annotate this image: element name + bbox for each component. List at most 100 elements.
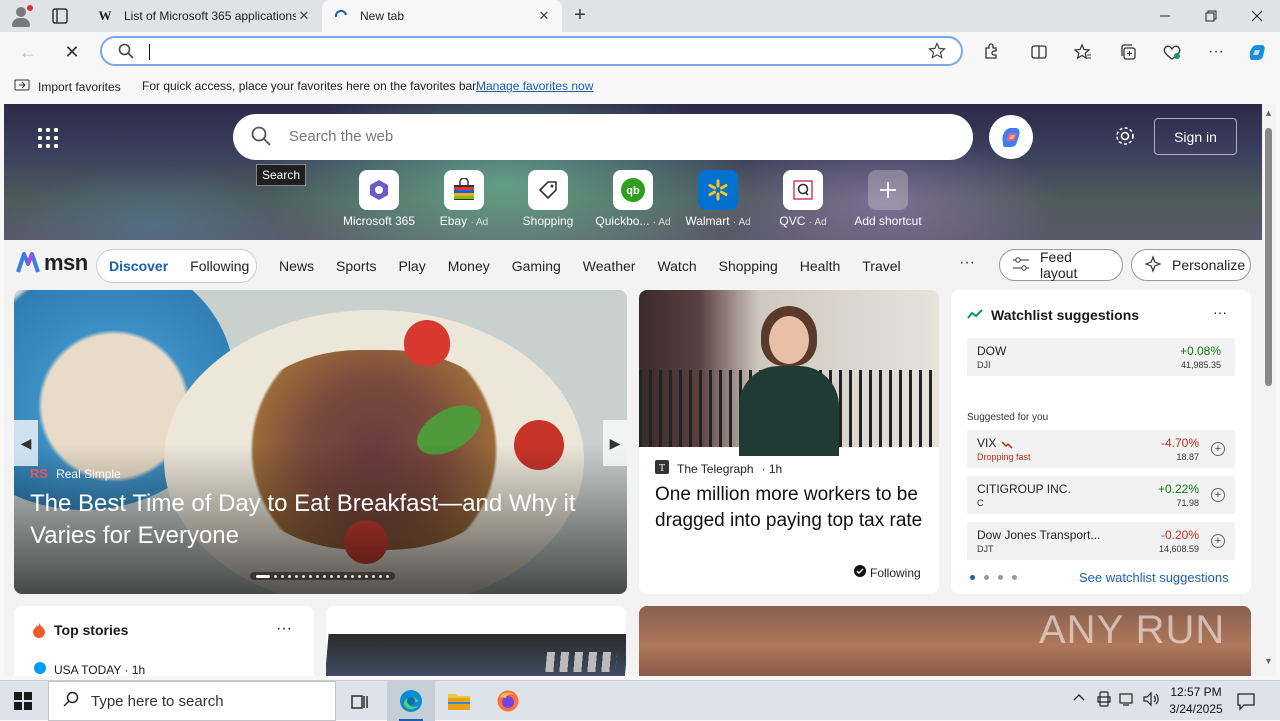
nav-item[interactable]: Money xyxy=(448,258,490,274)
device-icon[interactable] xyxy=(1097,691,1111,710)
more-categories-icon[interactable]: ··· xyxy=(959,254,975,272)
news-card-telegraph[interactable]: T The Telegraph · 1h One million more wo… xyxy=(639,290,939,594)
hero-headline[interactable]: The Best Time of Day to Eat Breakfast—an… xyxy=(30,488,610,552)
scroll-down-arrow[interactable]: ▼ xyxy=(1264,656,1273,666)
watchlist-more-icon[interactable]: ··· xyxy=(1213,304,1227,320)
following-badge[interactable]: Following xyxy=(854,565,921,580)
nav-item[interactable]: Gaming xyxy=(512,258,561,274)
add-to-watchlist-button[interactable]: + xyxy=(1211,488,1225,502)
new-tab-button[interactable]: + xyxy=(568,4,592,28)
shortcut-walmart[interactable]: Walmart · Ad xyxy=(676,170,760,228)
nav-item[interactable]: Health xyxy=(800,258,840,274)
taskbar-search-box[interactable]: Type here to search xyxy=(48,681,336,721)
image-story-card[interactable]: ANY RUN xyxy=(639,606,1251,676)
favorites-icon[interactable] xyxy=(1071,40,1095,64)
web-search-box[interactable]: Search the web xyxy=(233,114,973,160)
top-stories-card: Top stories ··· USA TODAY · 1h xyxy=(14,606,314,676)
file-explorer-icon[interactable] xyxy=(435,681,483,721)
nav-item[interactable]: Shopping xyxy=(719,258,778,274)
restore-button[interactable] xyxy=(1188,0,1234,32)
show-hidden-icons-chevron-icon[interactable] xyxy=(1072,691,1086,708)
network-icon[interactable] xyxy=(1118,691,1136,710)
firefox-icon[interactable] xyxy=(484,681,532,721)
shortcut-label: Walmart xyxy=(685,214,730,228)
collections-icon[interactable] xyxy=(1116,40,1140,64)
watchlist-pager[interactable] xyxy=(970,575,1017,580)
see-watchlist-link[interactable]: See watchlist suggestions xyxy=(1079,570,1229,585)
watchlist-row-dow[interactable]: DOW DJI +0.08% 41,985.35 xyxy=(967,338,1235,376)
manage-favorites-link[interactable]: Manage favorites now xyxy=(476,79,593,93)
carousel-next-button[interactable]: ▶ xyxy=(603,420,627,466)
back-button[interactable]: ← xyxy=(14,38,42,66)
scrollbar-thumb[interactable] xyxy=(1265,128,1272,386)
extensions-icon[interactable] xyxy=(979,40,1003,64)
tab-actions-icon[interactable] xyxy=(48,6,72,26)
shortcut-ebay[interactable]: Ebay · Ad xyxy=(422,170,506,228)
nav-item[interactable]: Travel xyxy=(862,258,900,274)
taskbar-search-placeholder: Type here to search xyxy=(91,692,224,710)
watchlist-row-vix[interactable]: VIX Dropping fast -4.70% 18.87 + xyxy=(967,430,1235,468)
nav-item[interactable]: Weather xyxy=(583,258,636,274)
edge-taskbar-icon[interactable] xyxy=(387,681,435,721)
minimize-button[interactable] xyxy=(1142,0,1188,32)
shortcut-microsoft-365[interactable]: Microsoft 365 xyxy=(337,170,421,228)
nav-item[interactable]: Play xyxy=(398,258,425,274)
close-tab-icon[interactable]: ✕ xyxy=(296,8,312,24)
import-favorites-label: Import favorites xyxy=(38,79,121,94)
stock-ticker: DJI xyxy=(977,360,991,370)
tab-wikipedia[interactable]: W List of Microsoft 365 applications ✕ xyxy=(86,0,322,32)
nav-item[interactable]: News xyxy=(279,258,314,274)
telegraph-icon: T xyxy=(655,460,669,477)
browser-essentials-icon[interactable] xyxy=(1160,40,1184,64)
windows-start-icon[interactable] xyxy=(14,692,32,710)
product-card[interactable] xyxy=(326,606,626,676)
search-icon xyxy=(118,43,134,64)
add-to-watchlist-button[interactable]: + xyxy=(1211,534,1225,548)
hero-story-card[interactable]: ◀ ▶ RS Real Simple The Best Time of Day … xyxy=(14,290,627,594)
story-headline[interactable]: One million more workers to be dragged i… xyxy=(655,482,930,534)
tab-following[interactable]: Following xyxy=(190,258,249,274)
copilot-icon[interactable] xyxy=(1245,40,1269,64)
real-simple-logo: RS xyxy=(30,466,49,481)
sign-in-button[interactable]: Sign in xyxy=(1154,118,1237,155)
carousel-indicator[interactable] xyxy=(250,572,395,580)
import-favorites-button[interactable]: Import favorites xyxy=(14,78,121,95)
favorite-star-icon[interactable] xyxy=(928,42,946,65)
watchlist-row-djt[interactable]: Dow Jones Transport... DJT -0.20% 14,608… xyxy=(967,522,1235,560)
text-caret xyxy=(149,44,150,60)
notifications-icon[interactable] xyxy=(1236,691,1256,716)
personalize-button[interactable]: Personalize xyxy=(1131,249,1251,281)
system-clock[interactable]: 12:57 PM 3/24/2025 xyxy=(1168,684,1224,718)
task-view-icon[interactable] xyxy=(336,681,384,721)
watchlist-card: Watchlist suggestions ··· DOW DJI +0.08%… xyxy=(951,290,1251,594)
settings-more-icon[interactable]: ··· xyxy=(1204,40,1228,64)
tab-new-tab[interactable]: New tab ✕ xyxy=(322,0,562,32)
nav-item[interactable]: Sports xyxy=(336,258,376,274)
feed-layout-button[interactable]: Feed layout xyxy=(999,249,1123,281)
split-screen-icon[interactable] xyxy=(1027,40,1051,64)
page-scrollbar[interactable]: ▲ ▼ xyxy=(1262,104,1276,676)
top-stories-more-icon[interactable]: ··· xyxy=(276,620,292,638)
page-settings-gear-icon[interactable] xyxy=(1114,125,1136,152)
add-to-watchlist-button[interactable]: + xyxy=(1211,442,1225,456)
address-bar[interactable] xyxy=(100,36,963,66)
shortcut-qvc[interactable]: QVC · Ad xyxy=(761,170,845,228)
copilot-icon[interactable] xyxy=(989,115,1033,159)
walmart-spark-icon xyxy=(708,179,728,201)
nav-item[interactable]: Watch xyxy=(657,258,696,274)
app-launcher-icon[interactable] xyxy=(38,128,58,148)
close-window-button[interactable] xyxy=(1234,0,1280,32)
watchlist-row-citigroup[interactable]: CITIGROUP INC. C +0.22% 71.98 + xyxy=(967,476,1235,514)
shortcut-shopping[interactable]: Shopping xyxy=(506,170,590,228)
volume-icon[interactable] xyxy=(1142,691,1160,710)
close-tab-icon[interactable]: ✕ xyxy=(536,8,552,24)
add-shortcut-button[interactable]: Add shortcut xyxy=(846,170,930,228)
msn-logo[interactable]: msn xyxy=(16,250,88,276)
watchlist-header: Watchlist suggestions xyxy=(967,307,1139,323)
carousel-prev-button[interactable]: ◀ xyxy=(14,420,38,466)
scroll-up-arrow[interactable]: ▲ xyxy=(1264,108,1273,118)
shortcut-quickbooks[interactable]: qb Quickbo... · Ad xyxy=(591,170,675,228)
tab-discover[interactable]: Discover xyxy=(109,258,168,274)
profile-icon[interactable] xyxy=(10,5,33,27)
stop-loading-button[interactable]: ✕ xyxy=(58,38,86,66)
